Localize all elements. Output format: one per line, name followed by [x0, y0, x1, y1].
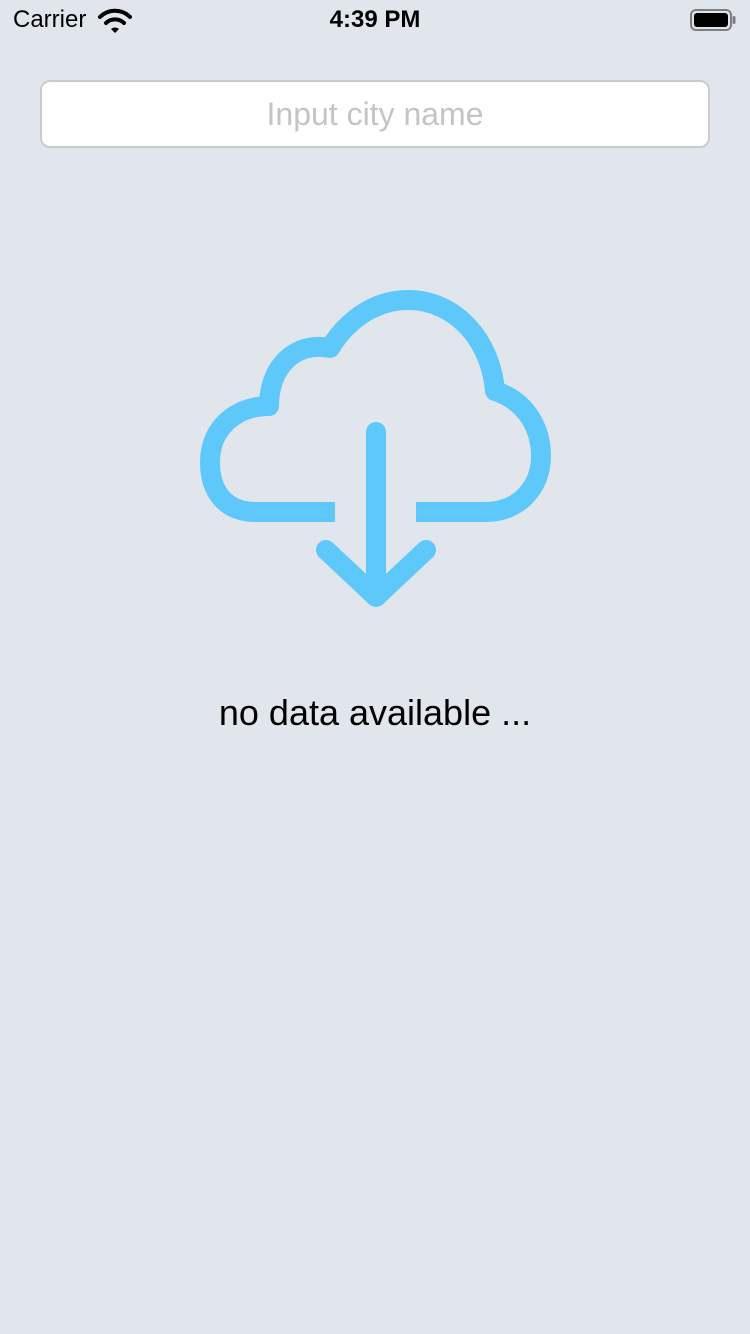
city-search-input[interactable]: [40, 80, 710, 148]
clock-time: 4:39 PM: [329, 6, 421, 33]
empty-state-message: no data available ...: [218, 692, 532, 733]
status-bar: Carrier 4:39 PM: [0, 0, 750, 40]
battery-icon: [690, 9, 736, 31]
cloud-download-icon: [196, 286, 556, 612]
